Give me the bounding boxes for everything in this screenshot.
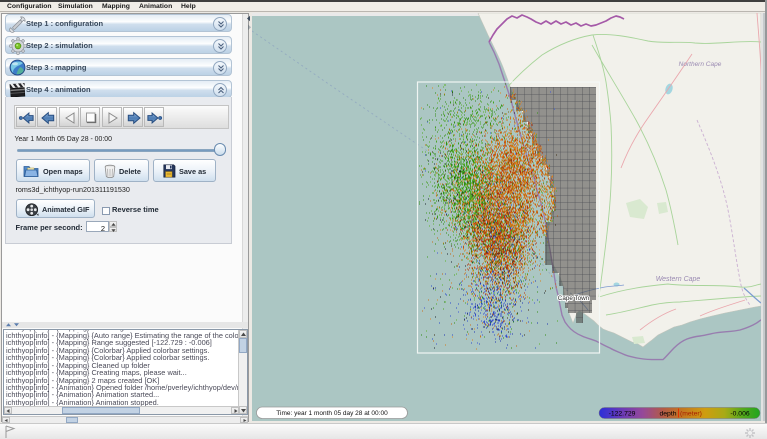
svg-text:Northern Cape: Northern Cape [679,61,722,68]
svg-text:(meter): (meter) [680,410,702,417]
svg-text:Cape Town: Cape Town [558,295,590,302]
svg-text:Western Cape: Western Cape [656,276,701,283]
svg-text:-122.729: -122.729 [609,410,636,417]
svg-text:Time: year 1 month 05 day 28 a: Time: year 1 month 05 day 28 at 00:00 [276,410,388,417]
svg-text:depth: depth [659,410,676,417]
svg-text:-0.006: -0.006 [730,410,749,417]
